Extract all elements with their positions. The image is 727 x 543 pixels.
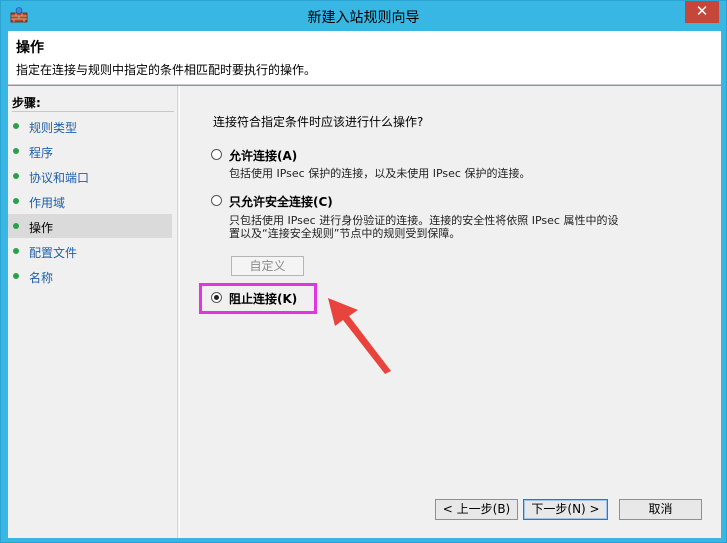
sidebar-item-protocol-ports[interactable]: 协议和端口 xyxy=(8,164,172,188)
allow-connection-radio[interactable] xyxy=(211,149,222,160)
sidebar-item-label: 作用域 xyxy=(29,196,66,210)
allow-secure-description-line1: 只包括使用 IPsec 进行身份验证的连接。连接的安全性将依照 IPsec 属性… xyxy=(229,214,619,227)
wizard-header: 操作 指定在连接与规则中指定的条件相匹配时要执行的操作。 xyxy=(8,31,721,85)
step-bullet-icon xyxy=(13,248,19,254)
annotation-arrow-icon xyxy=(328,298,391,374)
steps-divider xyxy=(12,111,174,112)
cancel-button[interactable]: 取消 xyxy=(619,499,702,520)
allow-secure-radio[interactable] xyxy=(211,195,222,206)
allow-secure-label[interactable]: 只允许安全连接(C) xyxy=(229,193,333,210)
window-title: 新建入站规则向导 xyxy=(307,10,420,26)
sidebar-item-scope[interactable]: 作用域 xyxy=(8,189,172,213)
step-bullet-icon xyxy=(13,148,19,154)
sidebar-item-rule-type[interactable]: 规则类型 xyxy=(8,114,172,138)
step-bullet-icon xyxy=(13,223,19,229)
block-connection-label[interactable]: 阻止连接(K) xyxy=(229,290,297,307)
sidebar-item-label: 名称 xyxy=(29,271,54,285)
step-bullet-icon xyxy=(13,273,19,279)
action-question: 连接符合指定条件时应该进行什么操作? xyxy=(213,115,424,129)
next-button[interactable]: 下一步(N) > xyxy=(523,499,608,520)
close-icon: ✕ xyxy=(695,2,709,20)
steps-heading: 步骤: xyxy=(12,96,41,110)
sidebar-item-label: 规则类型 xyxy=(29,121,78,135)
sidebar-item-label: 配置文件 xyxy=(29,246,78,260)
allow-connection-description: 包括使用 IPsec 保护的连接，以及未使用 IPsec 保护的连接。 xyxy=(229,167,531,180)
wizard-window: 新建入站规则向导 ✕ 操作 指定在连接与规则中指定的条件相匹配时要执行的操作。 … xyxy=(0,0,727,543)
allow-secure-description-line2: 置以及“连接安全规则”节点中的规则受到保障。 xyxy=(229,227,461,240)
sidebar-item-name[interactable]: 名称 xyxy=(8,264,172,288)
customize-button[interactable]: 自定义 xyxy=(231,256,304,276)
allow-connection-label[interactable]: 允许连接(A) xyxy=(229,147,297,164)
action-panel: 连接符合指定条件时应该进行什么操作? 允许连接(A) 包括使用 IPsec 保护… xyxy=(179,86,721,538)
page-description: 指定在连接与规则中指定的条件相匹配时要执行的操作。 xyxy=(16,63,317,77)
close-button[interactable]: ✕ xyxy=(685,1,719,23)
title-bar[interactable]: 新建入站规则向导 ✕ xyxy=(1,1,726,31)
block-connection-radio[interactable] xyxy=(211,292,222,303)
sidebar-item-label: 程序 xyxy=(29,146,54,160)
step-bullet-icon xyxy=(13,173,19,179)
wizard-body: 步骤: 规则类型 程序 协议和端口 作用域 操作 配置文件 名称 连接符合指定条… xyxy=(8,86,721,538)
back-button[interactable]: < 上一步(B) xyxy=(435,499,518,520)
sidebar-item-label: 操作 xyxy=(29,221,54,235)
sidebar-item-profile[interactable]: 配置文件 xyxy=(8,239,172,263)
page-title: 操作 xyxy=(16,40,44,56)
sidebar-item-label: 协议和端口 xyxy=(29,171,90,185)
steps-sidebar: 步骤: 规则类型 程序 协议和端口 作用域 操作 配置文件 名称 xyxy=(8,86,178,538)
sidebar-item-action[interactable]: 操作 xyxy=(8,214,172,238)
step-bullet-icon xyxy=(13,198,19,204)
step-bullet-icon xyxy=(13,123,19,129)
sidebar-item-program[interactable]: 程序 xyxy=(8,139,172,163)
